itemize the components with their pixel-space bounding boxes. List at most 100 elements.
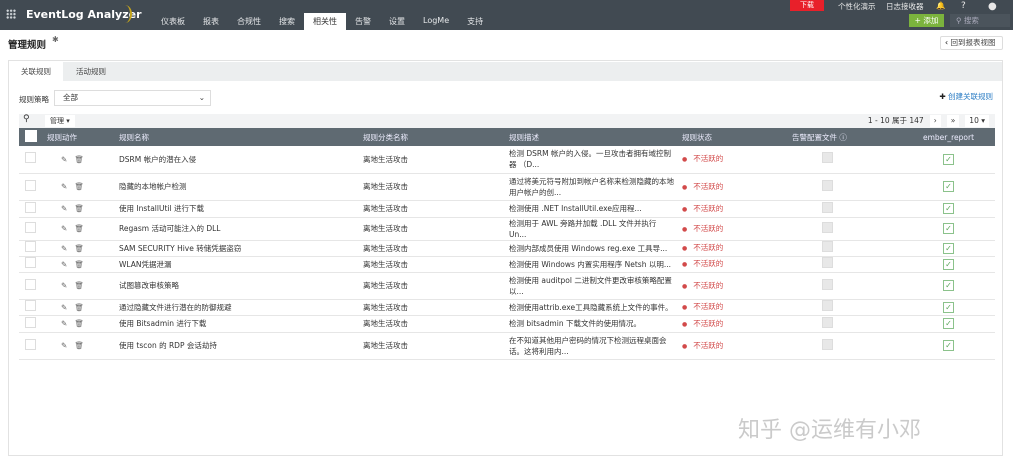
col-category[interactable]: 规则分类名称: [363, 128, 509, 146]
pin-icon[interactable]: ✱: [52, 35, 59, 44]
delete-icon[interactable]: 🗑: [74, 155, 84, 164]
help-icon[interactable]: ?: [961, 1, 966, 11]
tab-active-rules[interactable]: 活动规则: [64, 62, 118, 81]
alert-profile-checkbox[interactable]: [822, 179, 833, 191]
app-grid-icon[interactable]: [6, 9, 16, 19]
rule-status[interactable]: ● 不活跃的: [682, 332, 792, 360]
edit-icon[interactable]: ✎: [61, 182, 67, 191]
ember-report-checkbox[interactable]: ✓: [943, 242, 954, 254]
edit-icon[interactable]: ✎: [61, 204, 67, 213]
rule-status[interactable]: ● 不活跃的: [682, 217, 792, 241]
ember-report-checkbox[interactable]: ✓: [943, 181, 954, 192]
delete-icon[interactable]: 🗑: [74, 260, 84, 269]
add-button[interactable]: + 添加: [909, 14, 944, 27]
row-checkbox[interactable]: [25, 152, 36, 164]
alert-profile-checkbox[interactable]: [822, 152, 833, 164]
delete-icon[interactable]: 🗑: [74, 341, 84, 350]
delete-icon[interactable]: 🗑: [74, 224, 84, 233]
row-checkbox[interactable]: [25, 300, 36, 311]
alert-profile-checkbox[interactable]: [822, 316, 833, 328]
nav-tab[interactable]: 合规性: [228, 13, 270, 30]
nav-tab[interactable]: 搜索: [270, 13, 304, 30]
rule-name[interactable]: 通过隐藏文件进行潜在的防御规避: [119, 299, 363, 316]
nav-tab[interactable]: LogMe: [414, 13, 458, 30]
nav-tab[interactable]: 支持: [458, 13, 492, 30]
row-checkbox[interactable]: [25, 257, 36, 268]
back-to-report-button[interactable]: ‹ 回到报表视图: [940, 36, 1003, 50]
edit-icon[interactable]: ✎: [61, 281, 67, 290]
notification-icon[interactable]: 🔔: [936, 1, 945, 10]
delete-icon[interactable]: 🗑: [74, 319, 84, 328]
rule-name[interactable]: WLAN凭据泄漏: [119, 256, 363, 273]
row-checkbox[interactable]: [25, 338, 36, 350]
col-description[interactable]: 规则描述: [509, 128, 682, 146]
nav-tab[interactable]: 告警: [346, 13, 380, 30]
col-name[interactable]: 规则名称: [119, 128, 363, 146]
edit-icon[interactable]: ✎: [61, 260, 67, 269]
row-checkbox[interactable]: [25, 221, 36, 233]
ember-report-checkbox[interactable]: ✓: [943, 318, 954, 329]
search-input[interactable]: ⚲ 搜索: [950, 14, 1010, 27]
row-checkbox[interactable]: [25, 241, 36, 252]
alert-profile-checkbox[interactable]: [822, 338, 833, 350]
help-icon[interactable]: ⓘ: [839, 133, 847, 142]
nav-tab[interactable]: 设置: [380, 13, 414, 30]
rule-name[interactable]: 使用 Bitsadmin 进行下载: [119, 315, 363, 333]
row-checkbox[interactable]: [25, 201, 36, 213]
ember-report-checkbox[interactable]: ✓: [943, 223, 954, 234]
download-button[interactable]: 下载: [790, 0, 824, 11]
edit-icon[interactable]: ✎: [61, 224, 67, 233]
search-icon[interactable]: ⚲: [23, 114, 30, 124]
edit-icon[interactable]: ✎: [61, 303, 67, 312]
edit-icon[interactable]: ✎: [61, 319, 67, 328]
row-checkbox[interactable]: [25, 179, 36, 191]
rule-name[interactable]: 使用 InstallUtil 进行下载: [119, 200, 363, 218]
create-correlation-rule-link[interactable]: ✚ 创建关联规则: [939, 91, 993, 102]
alert-profile-checkbox[interactable]: [822, 221, 833, 233]
manage-dropdown[interactable]: 管理 ▾: [45, 115, 75, 127]
ember-report-checkbox[interactable]: ✓: [943, 203, 954, 214]
rule-name[interactable]: Regasm 活动可能注入的 DLL: [119, 217, 363, 241]
edit-icon[interactable]: ✎: [61, 244, 67, 253]
rule-status[interactable]: ● 不活跃的: [682, 173, 792, 201]
delete-icon[interactable]: 🗑: [74, 182, 84, 191]
rule-name[interactable]: DSRM 帐户的潜在入侵: [119, 146, 363, 174]
rule-status[interactable]: ● 不活跃的: [682, 272, 792, 300]
rule-status[interactable]: ● 不活跃的: [682, 146, 792, 174]
rule-status[interactable]: ● 不活跃的: [682, 315, 792, 333]
rule-status[interactable]: ● 不活跃的: [682, 256, 792, 273]
col-status[interactable]: 规则状态: [682, 128, 792, 146]
last-page-button[interactable]: »: [946, 115, 960, 127]
ember-report-checkbox[interactable]: ✓: [943, 301, 954, 313]
alert-profile-checkbox[interactable]: [822, 241, 833, 252]
edit-icon[interactable]: ✎: [61, 341, 67, 350]
ember-report-checkbox[interactable]: ✓: [943, 153, 954, 165]
rule-policy-select[interactable]: 全部 ⌄: [54, 90, 211, 106]
alert-profile-checkbox[interactable]: [822, 278, 833, 290]
delete-icon[interactable]: 🗑: [74, 204, 84, 213]
row-checkbox[interactable]: [25, 278, 36, 290]
row-checkbox[interactable]: [25, 316, 36, 328]
rule-status[interactable]: ● 不活跃的: [682, 240, 792, 257]
alert-profile-checkbox[interactable]: [822, 300, 833, 311]
ember-report-checkbox[interactable]: ✓: [943, 280, 954, 291]
next-page-button[interactable]: ›: [929, 115, 941, 127]
delete-icon[interactable]: 🗑: [74, 281, 84, 290]
demo-link[interactable]: 个性化演示: [838, 1, 876, 12]
delete-icon[interactable]: 🗑: [74, 303, 84, 312]
log-receiver-link[interactable]: 日志接收器: [886, 1, 924, 12]
tab-correlation-rules[interactable]: 关联规则: [9, 62, 63, 81]
alert-profile-checkbox[interactable]: [822, 257, 833, 268]
ember-report-checkbox[interactable]: ✓: [943, 258, 954, 270]
alert-profile-checkbox[interactable]: [822, 201, 833, 213]
rule-status[interactable]: ● 不活跃的: [682, 299, 792, 316]
rule-name[interactable]: SAM SECURITY Hive 转储凭据盗窃: [119, 240, 363, 257]
page-size-select[interactable]: 10 ▾: [965, 115, 989, 127]
nav-tab[interactable]: 相关性: [304, 13, 346, 30]
user-avatar-icon[interactable]: ●: [988, 1, 997, 12]
nav-tab[interactable]: 仪表板: [152, 13, 194, 30]
delete-icon[interactable]: 🗑: [74, 244, 84, 253]
ember-report-checkbox[interactable]: ✓: [943, 340, 954, 351]
rule-name[interactable]: 使用 tscon 的 RDP 会话劫持: [119, 332, 363, 360]
rule-name[interactable]: 隐藏的本地帐户检测: [119, 173, 363, 201]
